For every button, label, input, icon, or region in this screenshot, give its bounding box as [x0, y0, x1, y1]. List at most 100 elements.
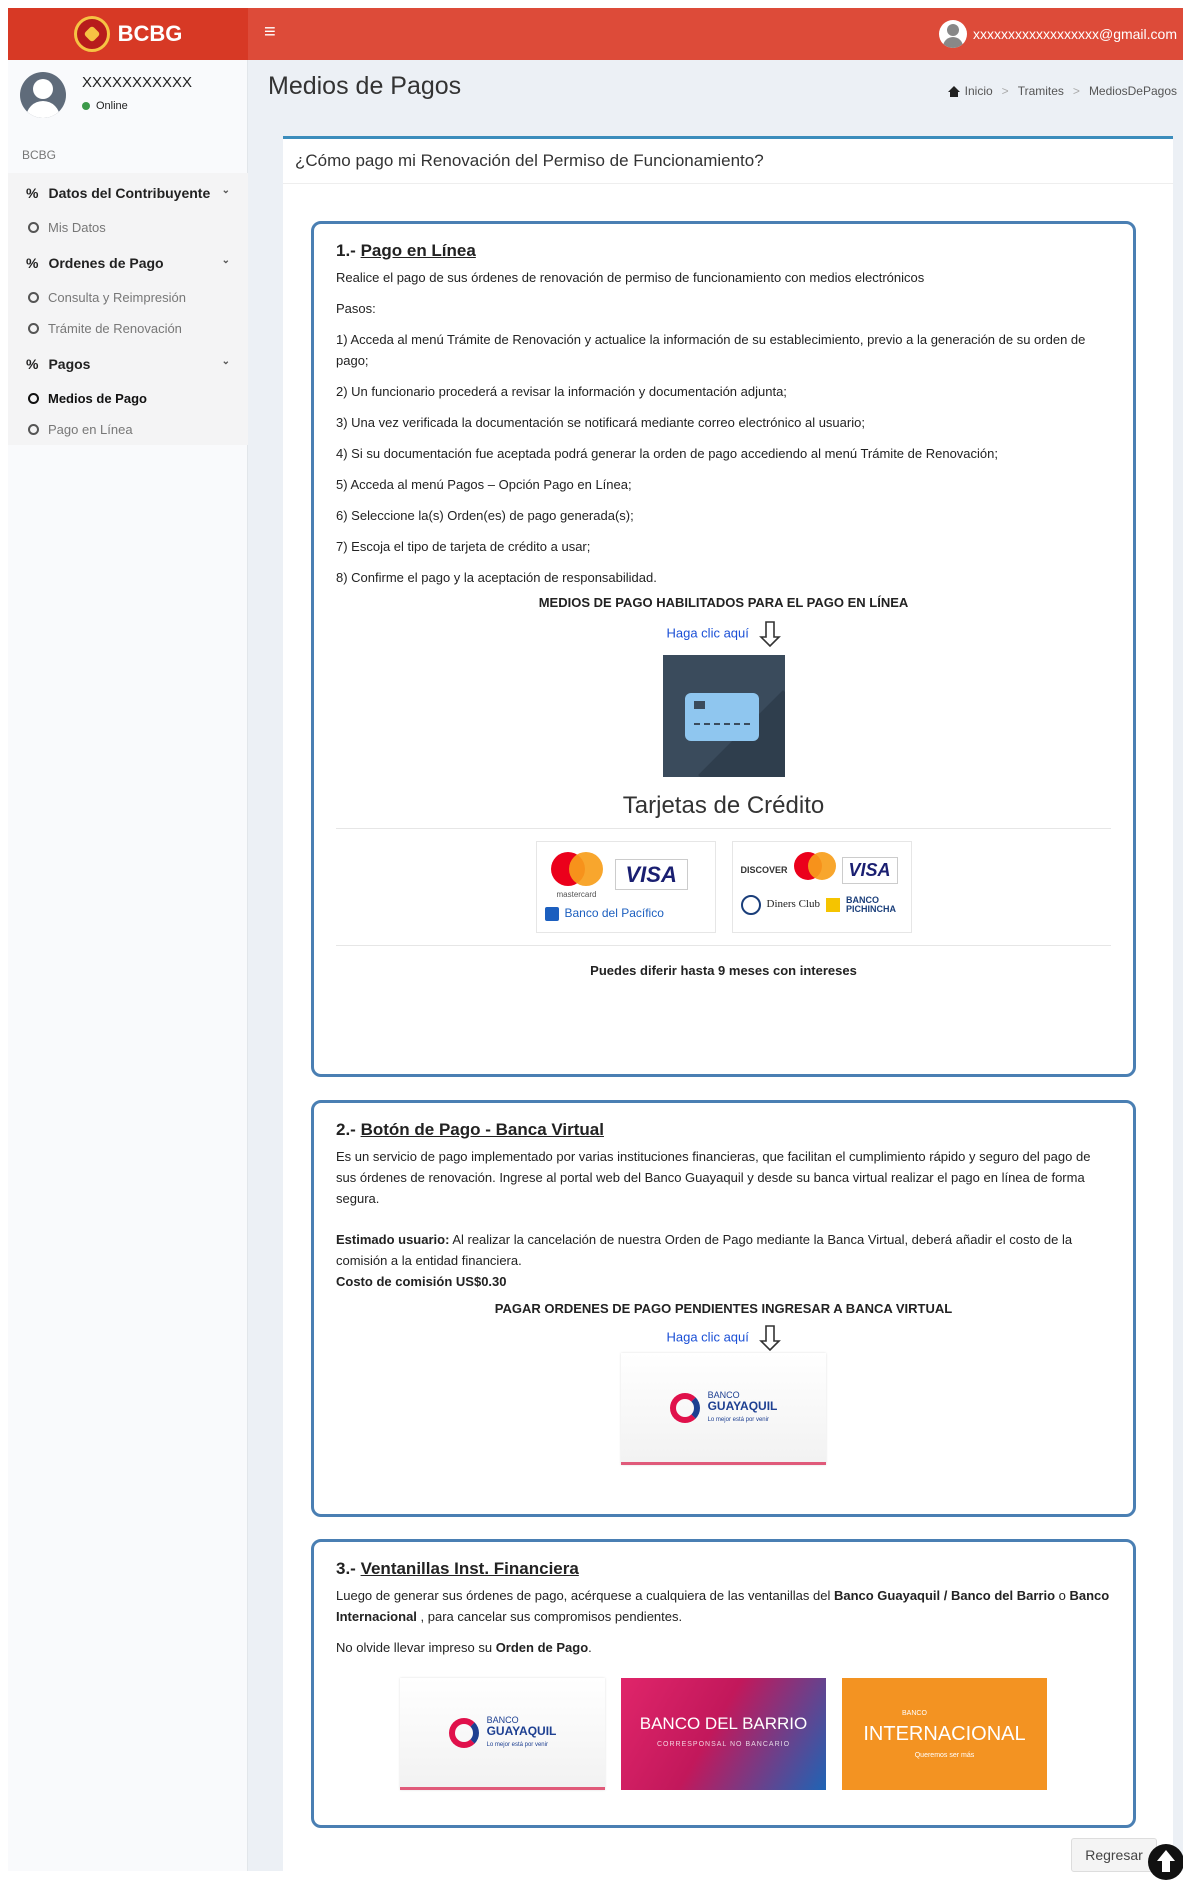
banco-guayaquil-logo: BANCO GUAYAQUIL Lo mejor está por venir [400, 1678, 605, 1790]
section-number: 2.- [336, 1120, 356, 1139]
bank-name: GUAYAQUIL [707, 1398, 778, 1413]
estimado-usuario-note: Estimado usuario: Al realizar la cancela… [336, 1229, 1111, 1271]
link-icon: % [26, 184, 39, 201]
text-part: . [588, 1640, 592, 1655]
sidebar-item-mis-datos[interactable]: Mis Datos [8, 212, 248, 243]
chevron-down-icon: ⌄ [221, 185, 230, 196]
visa-logo: VISA [614, 859, 688, 890]
breadcrumb-tramites[interactable]: Tramites [1018, 84, 1064, 98]
brand-logo[interactable]: BCBG [8, 8, 248, 60]
banco-guayaquil-icon [669, 1392, 700, 1423]
online-dot-icon [82, 102, 90, 110]
sidebar-item-label: Consulta y Reimpresión [48, 290, 187, 305]
back-button[interactable]: Regresar [1071, 1838, 1157, 1872]
ventanillas-description: Luego de generar sus órdenes de pago, ac… [336, 1585, 1111, 1627]
banca-virtual-heading: PAGAR ORDENES DE PAGO PENDIENTES INGRESA… [494, 1301, 953, 1316]
sidebar-group-label: Pagos [48, 355, 91, 372]
circle-icon [28, 323, 39, 334]
user-avatar-icon [938, 20, 967, 48]
breadcrumb-current: MediosDePagos [1088, 84, 1177, 98]
banca-virtual-link-row: Haga clic aquí [336, 1325, 1111, 1351]
chevron-down-icon: ⌄ [221, 255, 230, 266]
user-email: xxxxxxxxxxxxxxxxxx@gmail.com [972, 26, 1177, 42]
sidebar-item-label: Medios de Pago [48, 391, 147, 406]
sidebar-item-pago-linea[interactable]: Pago en Línea [8, 414, 248, 445]
card-title: ¿Cómo pago mi Renovación del Permiso de … [283, 139, 1173, 184]
medios-heading: MEDIOS DE PAGO HABILITADOS PARA EL PAGO … [538, 595, 909, 610]
pichincha-brands-top: DISCOVER VISA [741, 850, 903, 890]
sidebar-item-medios-pago[interactable]: Medios de Pago [8, 383, 248, 414]
sidebar-group-datos-contribuyente[interactable]: % Datos del Contribuyente ⌄ [8, 173, 248, 212]
pichincha-icon [825, 897, 840, 912]
sidebar-item-consulta-reimpresion[interactable]: Consulta y Reimpresión [8, 282, 248, 313]
sidebar-item-label: Mis Datos [48, 220, 106, 235]
costo-comision: Costo de comisión US$0.30 [336, 1274, 507, 1289]
circle-icon [28, 222, 39, 233]
circle-icon [28, 292, 39, 303]
main-card: ¿Cómo pago mi Renovación del Permiso de … [283, 136, 1173, 1871]
sidebar-group-label: Datos del Contribuyente [48, 184, 211, 201]
banca-virtual-link[interactable]: Haga clic aquí [666, 1329, 748, 1344]
page-title: Medios de Pagos [268, 72, 462, 100]
breadcrumb-separator: > [1001, 84, 1009, 98]
section-1-intro: Realice el pago de sus órdenes de renova… [336, 270, 925, 285]
section-2-title: 2.- Botón de Pago - Banca Virtual [336, 1119, 1111, 1140]
credit-card-tile[interactable] [662, 655, 785, 777]
menu-toggle-icon[interactable]: ≡ [264, 22, 276, 42]
section-boton-de-pago: 2.- Botón de Pago - Banca Virtual Es un … [311, 1100, 1136, 1517]
user-panel: XXXXXXXXXXX Online [8, 60, 248, 130]
home-icon [947, 85, 960, 97]
pichincha-line-2: PICHINCHA [845, 903, 896, 914]
link-icon: % [26, 254, 39, 271]
pacifico-brands: mastercard VISA [545, 850, 707, 899]
sidebar-section-header: BCBG [22, 148, 57, 162]
banco-guayaquil-button[interactable]: BANCO GUAYAQUIL Lo mejor está por venir [621, 1353, 826, 1465]
step-2: 2) Un funcionario procederá a revisar la… [336, 384, 787, 399]
bank-logos-row: BANCO GUAYAQUIL Lo mejor está por venir BA… [336, 1678, 1111, 1790]
pago-linea-link-row: Haga clic aquí [336, 621, 1111, 647]
banco-del-barrio-sub: CORRESPONSAL NO BANCARIO [656, 1741, 791, 1748]
user-name: XXXXXXXXXXX [82, 74, 193, 91]
sidebar-item-tramite-renovacion[interactable]: Trámite de Renovación [8, 313, 248, 344]
pago-linea-link[interactable]: Haga clic aquí [666, 625, 748, 640]
section-title-text: Ventanillas Inst. Financiera [360, 1559, 579, 1578]
pichincha-brands-bottom: Diners Club BANCO PICHINCHA [740, 894, 903, 915]
step-3: 3) Una vez verificada la documentación s… [336, 415, 865, 430]
text-bold: Banco Guayaquil / Banco del Barrio [833, 1588, 1056, 1603]
user-status-label: Online [96, 100, 128, 112]
banco-pacifico-logo: Banco del Pacífico [544, 903, 707, 924]
sidebar-group-ordenes-pago[interactable]: % Ordenes de Pago ⌄ [8, 243, 248, 282]
section-3-title: 3.- Ventanillas Inst. Financiera [336, 1558, 1111, 1579]
user-status: Online [82, 100, 128, 112]
avatar [20, 72, 66, 118]
user-menu[interactable]: xxxxxxxxxxxxxxxxxx@gmail.com [938, 20, 1177, 48]
section-2-description: Es un servicio de pago implementado por … [336, 1149, 1091, 1206]
section-number: 1.- [336, 241, 356, 260]
arrow-down-icon [758, 621, 781, 647]
pacifico-icon [544, 906, 559, 921]
step-6: 6) Seleccione la(s) Orden(es) de pago ge… [336, 508, 634, 523]
diferir-note: Puedes diferir hasta 9 meses con interes… [590, 963, 857, 978]
sidebar-group-pagos[interactable]: % Pagos ⌄ [8, 344, 248, 383]
text-part: Luego de generar sus órdenes de pago, ac… [336, 1588, 834, 1603]
step-5: 5) Acceda al menú Pagos – Opción Pago en… [336, 477, 632, 492]
breadcrumb-inicio[interactable]: Inicio [965, 84, 993, 98]
scroll-to-top-icon[interactable] [1148, 1844, 1183, 1880]
text-part: , para cancelar sus compromisos pendient… [416, 1609, 683, 1624]
banco-internacional-name: INTERNACIONAL [863, 1722, 1026, 1745]
section-1-title: 1.- Pago en Línea [336, 240, 1111, 261]
banco-pacifico-text: Banco del Pacífico [564, 906, 664, 920]
card-logos-row: mastercard VISA Banco del Pacífico DISCO… [336, 841, 1111, 933]
circle-icon [28, 393, 39, 404]
sidebar: XXXXXXXXXXX Online BCBG % Datos del Cont… [8, 60, 248, 1871]
mastercard-icon [545, 850, 609, 890]
credit-cards-title: Tarjetas de Crédito [622, 792, 825, 819]
step-4: 4) Si su documentación fue aceptada podr… [336, 446, 998, 461]
text-part: No olvide llevar impreso su [336, 1640, 496, 1655]
mastercard-icon [792, 850, 838, 890]
link-icon: % [26, 355, 39, 372]
pasos-label: Pasos: [336, 301, 376, 316]
divider [336, 945, 1111, 946]
mastercard-text: mastercard [556, 890, 597, 899]
discover-logo: DISCOVER [740, 864, 788, 875]
